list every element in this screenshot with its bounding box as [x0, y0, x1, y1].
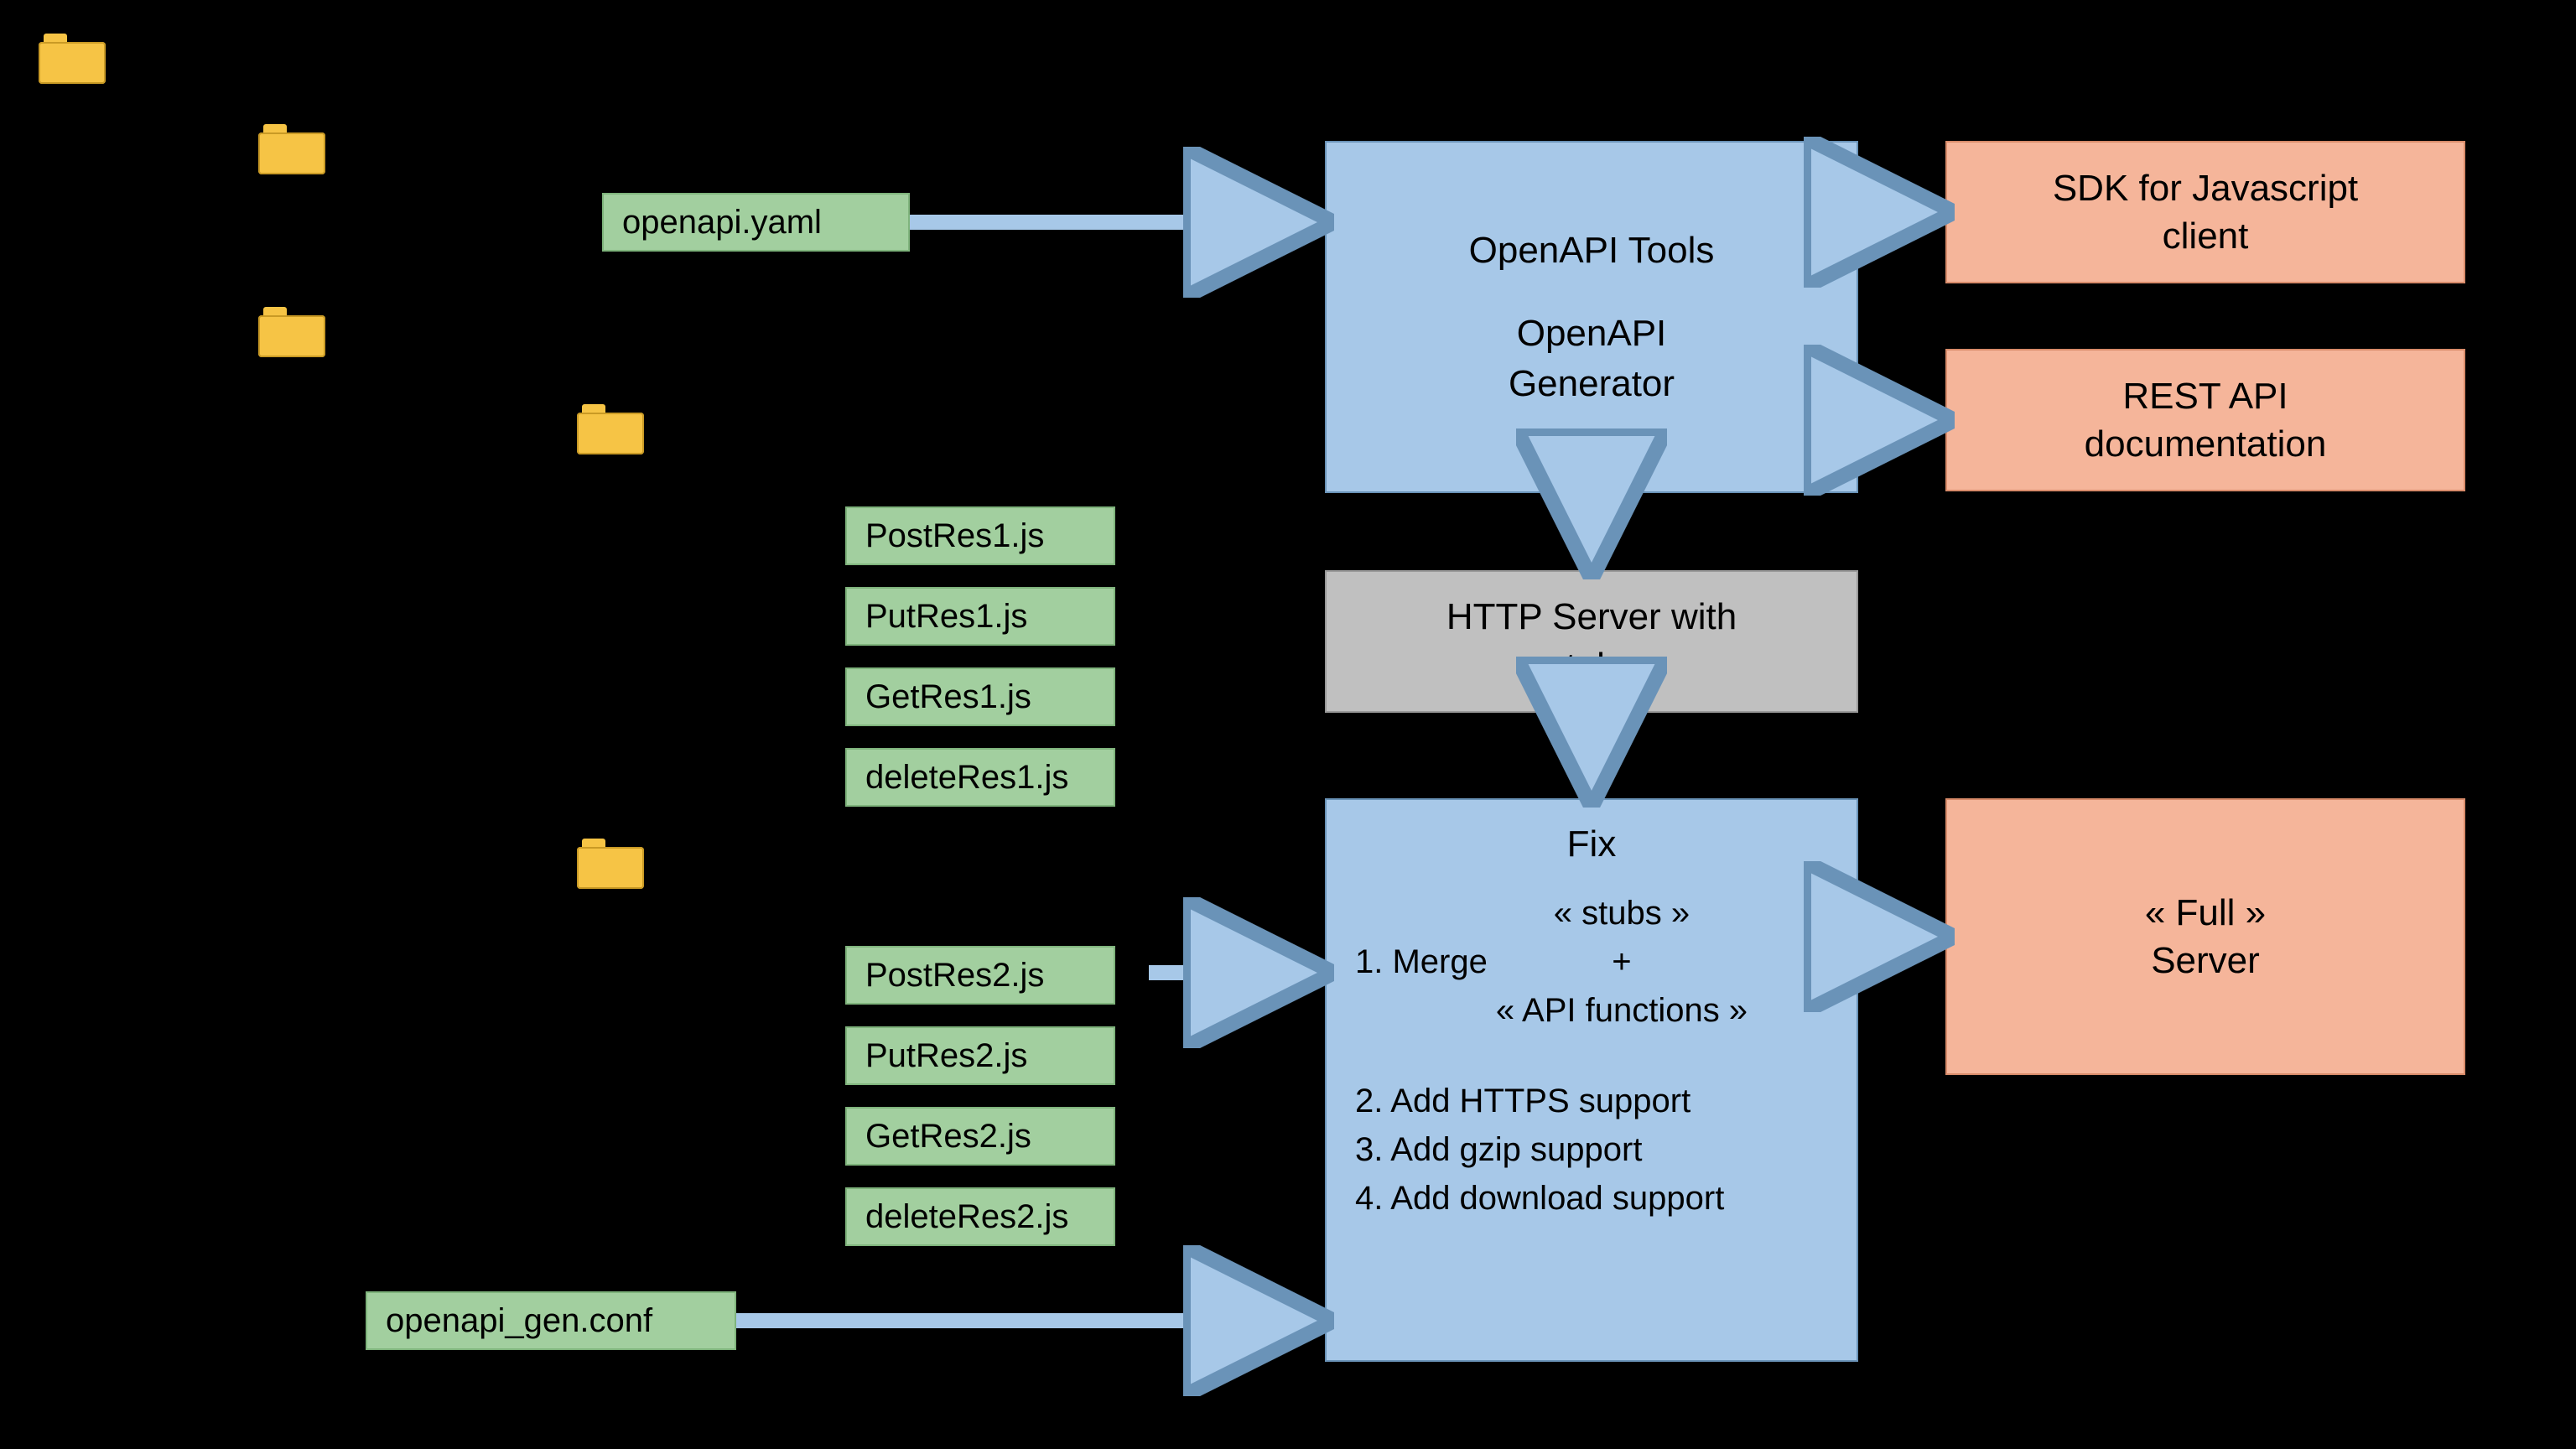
fix-title: Fix: [1355, 823, 1828, 865]
folder-icon: [577, 839, 644, 889]
file-openapi-conf: openapi_gen.conf: [366, 1291, 736, 1350]
fix-merge-label: 1. Merge: [1355, 937, 1488, 986]
file-deleteres1: deleteRes1.js: [845, 748, 1115, 807]
block-openapi-tools: OpenAPI Tools OpenAPI Generator: [1325, 141, 1858, 493]
block-http-server: HTTP Server with « stubs »: [1325, 570, 1858, 713]
fix-item-4: 4. Add download support: [1355, 1174, 1828, 1223]
full-line1: « Full »: [2145, 889, 2266, 937]
fix-item-3: 3. Add gzip support: [1355, 1125, 1828, 1174]
folder-icon: [258, 124, 325, 174]
block-full-server: « Full » Server: [1945, 798, 2465, 1075]
folder-icon: [39, 34, 106, 84]
sdk-line2: client: [2163, 212, 2249, 260]
block-doc: REST API documentation: [1945, 349, 2465, 491]
doc-line1: REST API: [2122, 372, 2288, 420]
fix-merge-plus: +: [1496, 937, 1748, 986]
fix-item-2: 2. Add HTTPS support: [1355, 1077, 1828, 1125]
fix-merge-sub1: « stubs »: [1496, 889, 1748, 937]
file-putres1: PutRes1.js: [845, 587, 1115, 646]
fix-merge-sub2: « API functions »: [1496, 986, 1748, 1035]
file-postres1: PostRes1.js: [845, 506, 1115, 565]
file-putres2: PutRes2.js: [845, 1026, 1115, 1085]
sdk-line1: SDK for Javascript: [2053, 164, 2358, 212]
file-getres1: GetRes1.js: [845, 667, 1115, 726]
openapi-tools-line3: Generator: [1509, 359, 1675, 408]
file-getres2: GetRes2.js: [845, 1107, 1115, 1166]
file-postres2: PostRes2.js: [845, 946, 1115, 1005]
folder-icon: [258, 307, 325, 357]
block-fix: Fix 1. Merge « stubs » + « API functions…: [1325, 798, 1858, 1362]
file-deleteres2: deleteRes2.js: [845, 1187, 1115, 1246]
http-server-line1: HTTP Server with: [1446, 592, 1737, 641]
doc-line2: documentation: [2085, 420, 2327, 468]
openapi-tools-line2: OpenAPI: [1517, 309, 1667, 358]
full-line2: Server: [2151, 937, 2260, 984]
openapi-tools-line1: OpenAPI Tools: [1469, 226, 1715, 275]
block-sdk: SDK for Javascript client: [1945, 141, 2465, 283]
file-openapi-yaml: openapi.yaml: [602, 193, 910, 252]
diagram-stage: openapi.yaml PostRes1.js PutRes1.js GetR…: [0, 0, 2576, 1449]
http-server-line2: « stubs »: [1517, 641, 1667, 691]
folder-icon: [577, 404, 644, 454]
